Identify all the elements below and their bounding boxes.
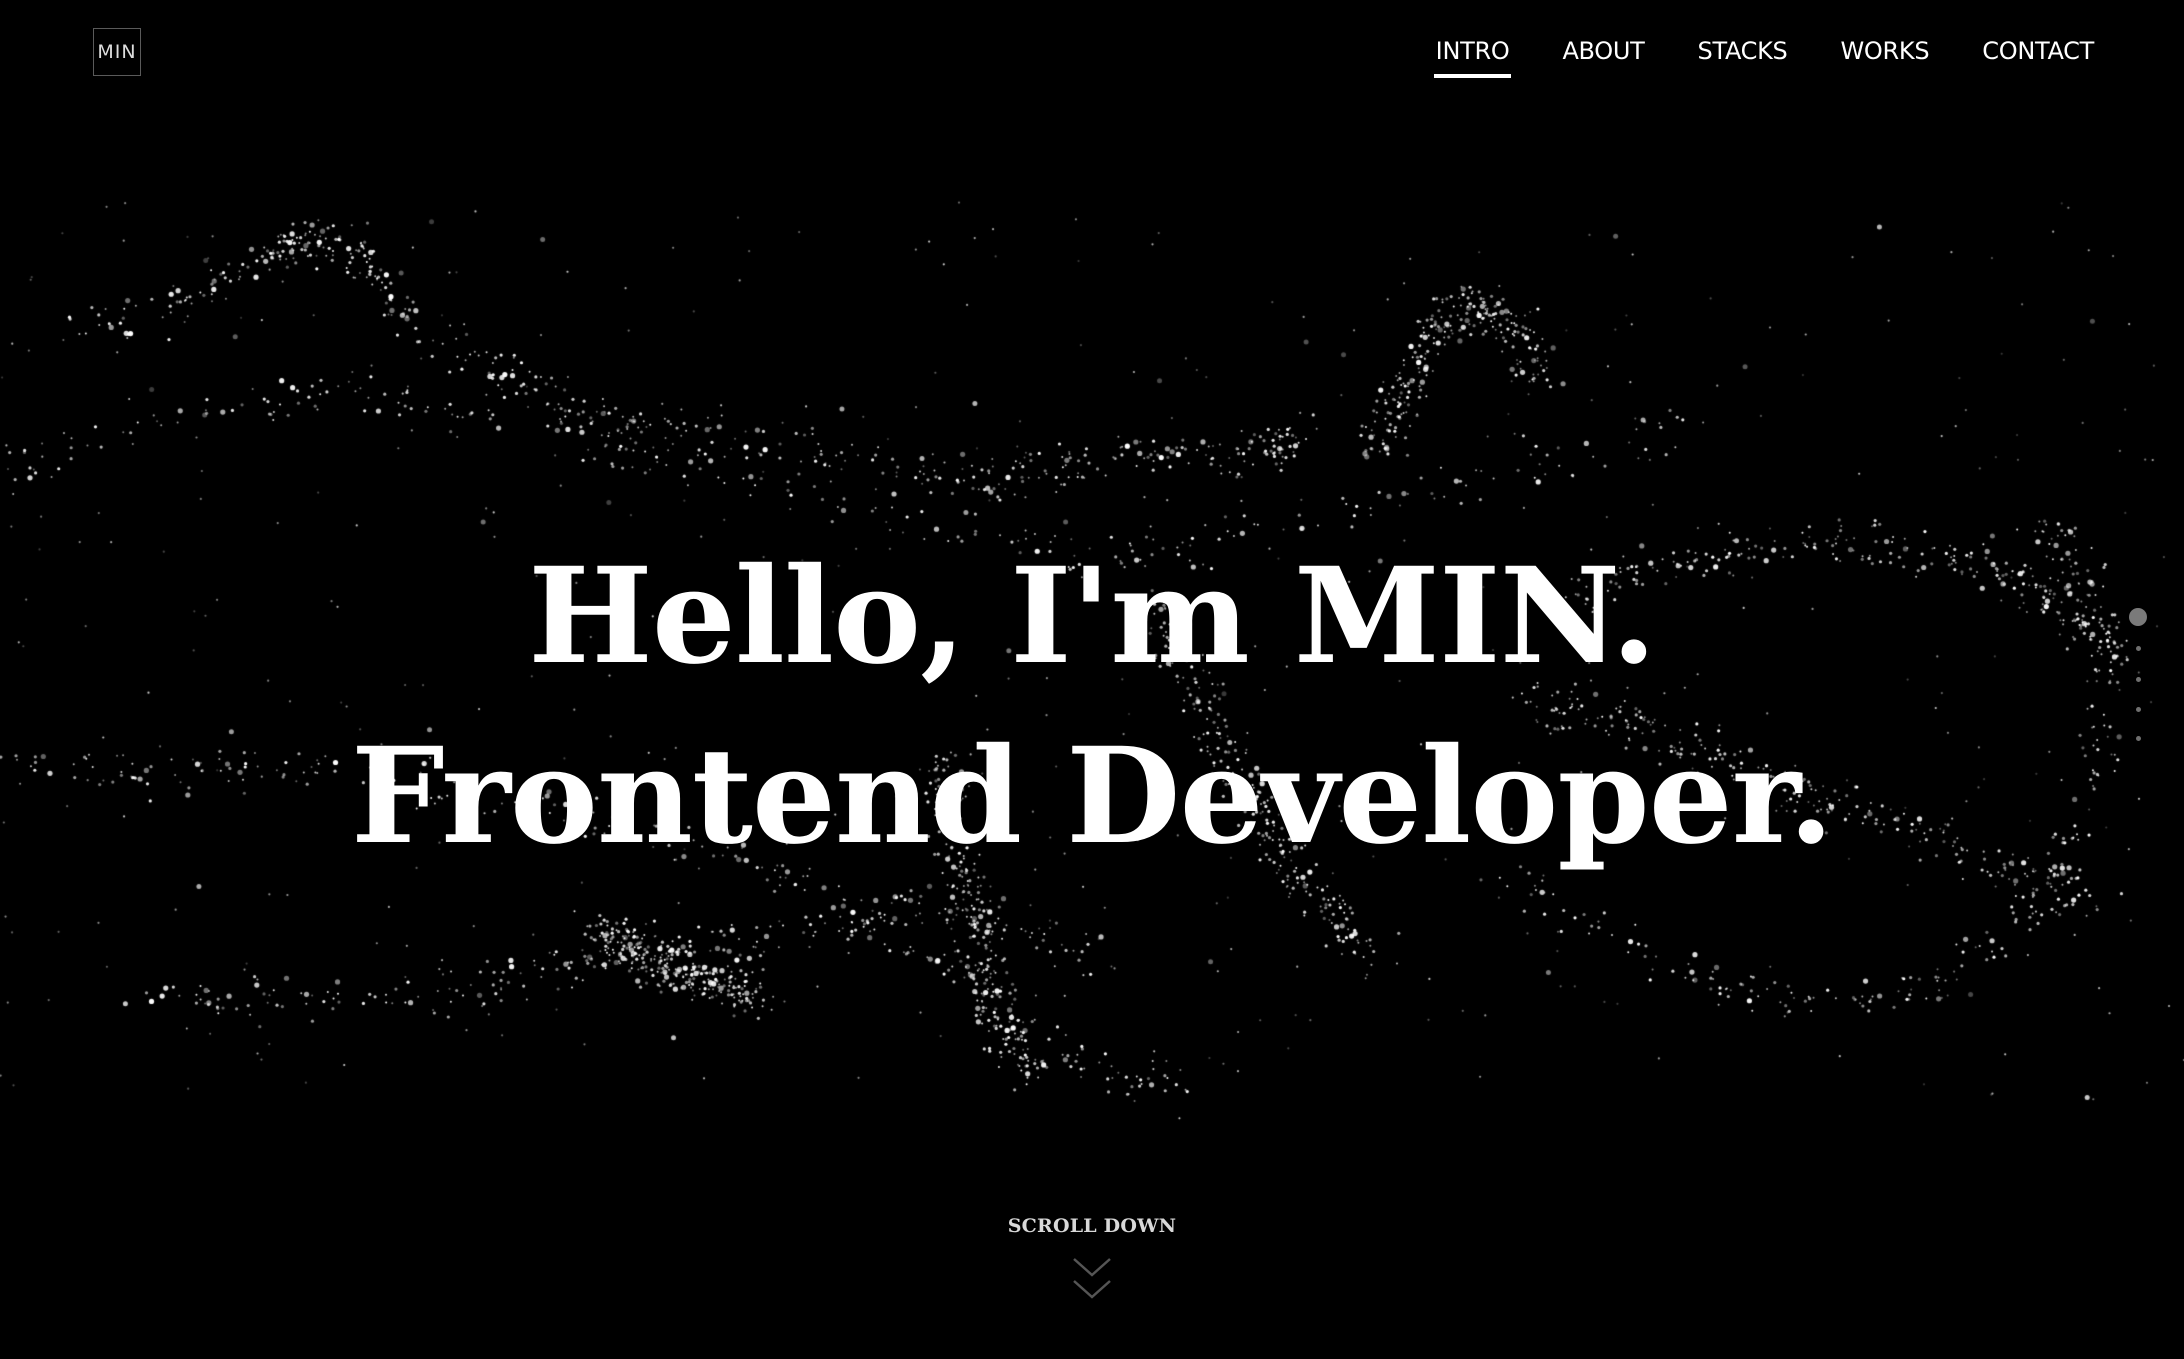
- nav-item-works[interactable]: WORKS: [1841, 36, 1930, 80]
- nav-item-about[interactable]: ABOUT: [1562, 36, 1644, 80]
- pager-dot-3[interactable]: [2136, 677, 2141, 682]
- hero: Hello, I'm MIN. Frontend Developer.: [0, 527, 2184, 887]
- nav-label: WORKS: [1840, 37, 1930, 65]
- pager-dot-2[interactable]: [2136, 646, 2141, 651]
- nav-item-intro[interactable]: INTRO: [1433, 36, 1512, 80]
- logo-text: MIN: [97, 41, 137, 63]
- double-chevron-down-icon: [1073, 1258, 1111, 1299]
- pager-dot-4[interactable]: [2136, 707, 2141, 712]
- active-underline: [1433, 74, 1512, 78]
- nav-label: STACKS: [1697, 37, 1788, 65]
- scroll-down-label: SCROLL DOWN: [1007, 1215, 1177, 1237]
- nav-label: ABOUT: [1562, 37, 1645, 65]
- hero-greeting: Hello, I'm MIN.: [528, 539, 1657, 694]
- main-nav: INTRO ABOUT STACKS WORKS CONTACT: [1433, 36, 2094, 80]
- hero-role: Frontend Developer.: [350, 719, 1834, 874]
- logo[interactable]: MIN: [93, 28, 141, 76]
- nav-item-contact[interactable]: CONTACT: [1982, 36, 2094, 80]
- scroll-down[interactable]: SCROLL DOWN: [0, 1215, 2184, 1303]
- nav-label: INTRO: [1435, 37, 1510, 65]
- pager-dot-1[interactable]: [2129, 608, 2147, 626]
- nav-item-stacks[interactable]: STACKS: [1698, 36, 1788, 80]
- pager-dot-5[interactable]: [2136, 736, 2141, 741]
- nav-label: CONTACT: [1982, 37, 2094, 65]
